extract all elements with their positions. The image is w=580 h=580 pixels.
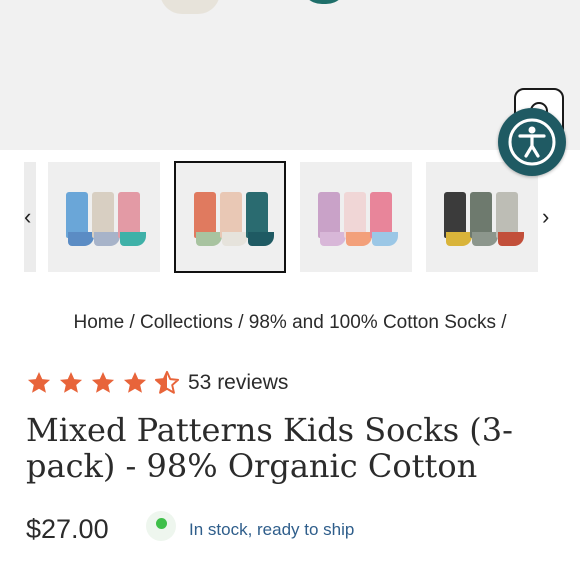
stock-status: In stock, ready to ship bbox=[189, 520, 355, 539]
thumbnail-strip: ‹ › bbox=[0, 158, 580, 278]
reviews-link[interactable]: 53 reviews bbox=[188, 371, 288, 395]
product-price: $27.00 bbox=[26, 514, 109, 544]
thumbnail-2[interactable] bbox=[174, 161, 286, 273]
chevron-left-icon[interactable]: ‹ bbox=[24, 206, 31, 228]
breadcrumb-home[interactable]: Home bbox=[73, 312, 124, 333]
accessibility-button[interactable] bbox=[498, 108, 566, 176]
chevron-right-icon[interactable]: › bbox=[542, 206, 549, 228]
breadcrumb-separator: / bbox=[238, 312, 249, 333]
star-icon bbox=[91, 371, 115, 393]
star-icon bbox=[27, 371, 51, 393]
breadcrumb-separator: / bbox=[129, 312, 140, 333]
stock-indicator bbox=[146, 511, 176, 541]
breadcrumb-collections[interactable]: Collections bbox=[140, 312, 233, 333]
breadcrumb: Home / Collections / 98% and 100% Cotton… bbox=[0, 312, 580, 334]
thumbnail-4[interactable] bbox=[426, 162, 538, 272]
sock-image-fragment bbox=[300, 0, 348, 4]
breadcrumb-cotton-socks[interactable]: 98% and 100% Cotton Socks bbox=[249, 312, 496, 333]
sock-image-fragment bbox=[160, 0, 220, 14]
main-product-image[interactable] bbox=[0, 0, 580, 150]
breadcrumb-separator: / bbox=[501, 312, 507, 333]
in-stock-dot-icon bbox=[156, 518, 167, 529]
thumbnail-1[interactable] bbox=[48, 162, 160, 272]
thumbnail-3[interactable] bbox=[300, 162, 412, 272]
star-icon bbox=[59, 371, 83, 393]
accessibility-icon bbox=[508, 118, 556, 166]
rating-row[interactable]: 53 reviews bbox=[26, 368, 288, 398]
product-title: Mixed Patterns Kids Socks (3-pack) - 98%… bbox=[26, 411, 513, 485]
star-icon bbox=[123, 371, 147, 393]
half-star-icon bbox=[154, 370, 180, 394]
